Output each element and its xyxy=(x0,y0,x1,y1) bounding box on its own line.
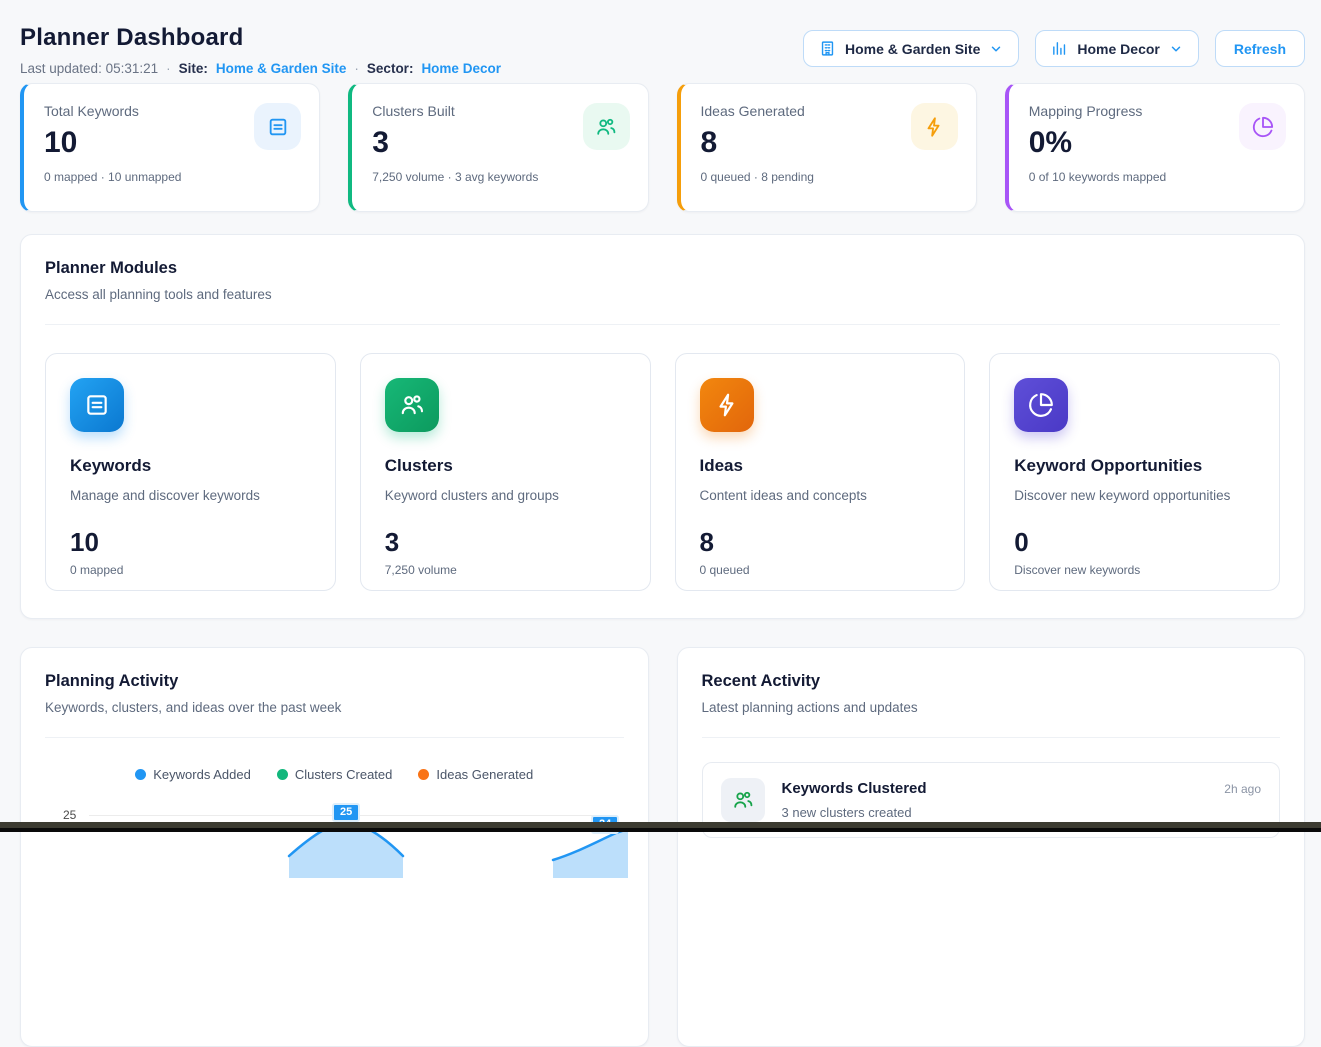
site-label: Site: xyxy=(179,61,208,76)
stats-row: Total Keywords 10 0 mapped · 10 unmapped… xyxy=(20,83,1305,212)
sector-selector-value: Home Decor xyxy=(1077,41,1159,57)
module-stat: 8 xyxy=(700,527,941,558)
recent-activity-header: Recent Activity Latest planning actions … xyxy=(678,648,1305,738)
module-stat: 0 xyxy=(1014,527,1255,558)
header-actions: Home & Garden Site Home Decor Refresh xyxy=(803,30,1305,67)
module-title: Keywords xyxy=(70,456,311,476)
module-card-clusters[interactable]: Clusters Keyword clusters and groups 3 7… xyxy=(360,353,651,591)
module-card-keyword-opportunities[interactable]: Keyword Opportunities Discover new keywo… xyxy=(989,353,1280,591)
sector-link[interactable]: Home Decor xyxy=(421,61,501,76)
legend-label: Keywords Added xyxy=(153,767,251,782)
stat-card-total-keywords: Total Keywords 10 0 mapped · 10 unmapped xyxy=(20,83,320,212)
users-icon xyxy=(385,378,439,432)
users-icon xyxy=(583,103,630,150)
planner-modules-panel: Planner Modules Access all planning tool… xyxy=(20,234,1305,619)
pie-chart-icon xyxy=(1239,103,1286,150)
module-stat: 3 xyxy=(385,527,626,558)
recent-activity-title: Recent Activity xyxy=(702,672,1281,691)
activity-item-content: Keywords Clustered 3 new clusters create… xyxy=(782,778,927,820)
planning-activity-subtitle: Keywords, clusters, and ideas over the p… xyxy=(45,700,624,738)
recent-activity-panel: Recent Activity Latest planning actions … xyxy=(677,647,1306,1047)
pie-chart-icon xyxy=(1014,378,1068,432)
module-card-keywords[interactable]: Keywords Manage and discover keywords 10… xyxy=(45,353,336,591)
bar-chart-icon xyxy=(1051,40,1068,57)
module-description: Manage and discover keywords xyxy=(70,488,311,503)
modules-panel-header: Planner Modules Access all planning tool… xyxy=(21,235,1304,325)
module-stat-detail: 7,250 volume xyxy=(385,563,626,577)
legend-item-ideas-generated[interactable]: Ideas Generated xyxy=(418,767,533,782)
bottom-window-edge xyxy=(0,822,1321,832)
document-icon xyxy=(70,378,124,432)
recent-activity-list: Keywords Clustered 3 new clusters create… xyxy=(678,738,1305,862)
site-selector-value: Home & Garden Site xyxy=(845,41,980,57)
stat-detail: 7,250 volume · 3 avg keywords xyxy=(372,170,627,184)
chevron-down-icon xyxy=(989,42,1003,56)
recent-activity-subtitle: Latest planning actions and updates xyxy=(702,700,1281,738)
module-card-ideas[interactable]: Ideas Content ideas and concepts 8 0 que… xyxy=(675,353,966,591)
stat-card-clusters-built: Clusters Built 3 7,250 volume · 3 avg ke… xyxy=(348,83,648,212)
module-title: Keyword Opportunities xyxy=(1014,456,1255,476)
stat-detail: 0 of 10 keywords mapped xyxy=(1029,170,1284,184)
bolt-icon xyxy=(700,378,754,432)
planner-dashboard-page: Planner Dashboard Last updated: 05:31:21… xyxy=(0,0,1321,1047)
data-point-label-25: 25 xyxy=(332,803,360,822)
module-title: Ideas xyxy=(700,456,941,476)
activity-item-description: 3 new clusters created xyxy=(782,805,927,820)
legend-label: Clusters Created xyxy=(295,767,393,782)
modules-grid: Keywords Manage and discover keywords 10… xyxy=(21,325,1304,619)
building-icon xyxy=(819,40,836,57)
activity-item-title: Keywords Clustered xyxy=(782,780,927,797)
module-stat-detail: 0 mapped xyxy=(70,563,311,577)
module-stat: 10 xyxy=(70,527,311,558)
legend-item-clusters-created[interactable]: Clusters Created xyxy=(277,767,393,782)
stat-detail: 0 queued · 8 pending xyxy=(701,170,956,184)
legend-label: Ideas Generated xyxy=(436,767,533,782)
stat-card-ideas-generated: Ideas Generated 8 0 queued · 8 pending xyxy=(677,83,977,212)
stat-detail: 0 mapped · 10 unmapped xyxy=(44,170,299,184)
meta-separator-2: · xyxy=(354,61,359,76)
activity-item-timestamp: 2h ago xyxy=(1224,782,1261,796)
meta-separator: · xyxy=(166,61,171,76)
chevron-down-icon xyxy=(1169,42,1183,56)
stat-card-mapping-progress: Mapping Progress 0% 0 of 10 keywords map… xyxy=(1005,83,1305,212)
refresh-button[interactable]: Refresh xyxy=(1215,30,1305,67)
planning-activity-header: Planning Activity Keywords, clusters, an… xyxy=(21,648,648,738)
bottom-row: Planning Activity Keywords, clusters, an… xyxy=(20,647,1305,1047)
last-updated-text: Last updated: 05:31:21 xyxy=(20,61,158,76)
bolt-icon xyxy=(911,103,958,150)
document-icon xyxy=(254,103,301,150)
module-description: Keyword clusters and groups xyxy=(385,488,626,503)
site-selector-dropdown[interactable]: Home & Garden Site xyxy=(803,30,1019,67)
planning-activity-panel: Planning Activity Keywords, clusters, an… xyxy=(20,647,649,1047)
module-stat-detail: Discover new keywords xyxy=(1014,563,1255,577)
module-stat-detail: 0 queued xyxy=(700,563,941,577)
module-description: Discover new keyword opportunities xyxy=(1014,488,1255,503)
chart-legend: Keywords Added Clusters Created Ideas Ge… xyxy=(21,738,648,782)
modules-panel-subtitle: Access all planning tools and features xyxy=(45,287,1280,325)
legend-dot-orange xyxy=(418,769,429,780)
legend-dot-green xyxy=(277,769,288,780)
legend-dot-blue xyxy=(135,769,146,780)
sector-label: Sector: xyxy=(367,61,414,76)
module-description: Content ideas and concepts xyxy=(700,488,941,503)
planning-activity-title: Planning Activity xyxy=(45,672,624,691)
users-icon xyxy=(721,778,765,822)
sector-selector-dropdown[interactable]: Home Decor xyxy=(1035,30,1198,67)
legend-item-keywords-added[interactable]: Keywords Added xyxy=(135,767,251,782)
modules-panel-title: Planner Modules xyxy=(45,259,1280,278)
module-title: Clusters xyxy=(385,456,626,476)
planning-activity-chart: 25 25 24 xyxy=(41,808,628,878)
site-link[interactable]: Home & Garden Site xyxy=(216,61,347,76)
